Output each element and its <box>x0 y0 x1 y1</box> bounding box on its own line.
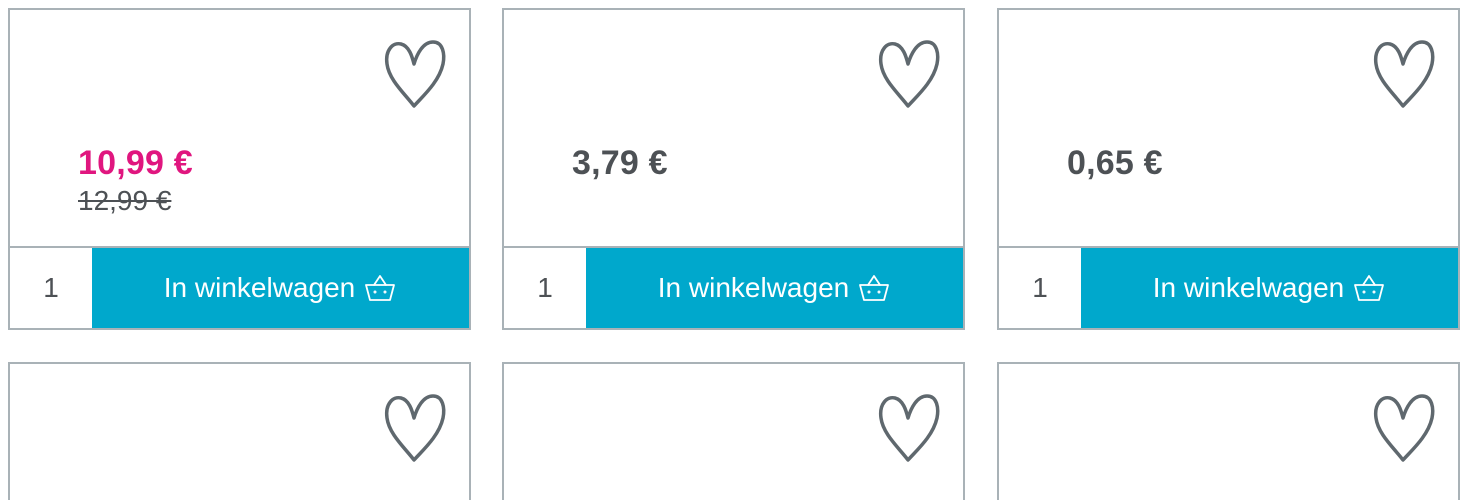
price-box: 10,99 € 12,99 € <box>78 143 193 217</box>
favorite-heart-icon[interactable] <box>1372 38 1436 112</box>
product-card <box>997 362 1460 500</box>
favorite-heart-icon[interactable] <box>877 392 941 466</box>
add-to-cart-label: In winkelwagen <box>1152 272 1345 303</box>
product-card: 0,65 € 1 In winkelwagen <box>997 8 1460 330</box>
add-to-cart-button[interactable]: In winkelwagen <box>92 248 469 328</box>
product-card: 10,99 € 12,99 € 1 In winkelwagen <box>8 8 471 330</box>
price-box: 3,79 € <box>572 143 668 183</box>
favorite-heart-icon[interactable] <box>383 392 447 466</box>
favorite-heart-icon[interactable] <box>1372 392 1436 466</box>
product-price: 3,79 € <box>572 144 668 182</box>
favorite-heart-icon[interactable] <box>383 38 447 112</box>
quantity-input[interactable]: 1 <box>10 248 92 328</box>
sale-price: 10,99 € <box>78 144 193 182</box>
add-to-cart-button[interactable]: In winkelwagen <box>1081 248 1458 328</box>
original-price: 12,99 € <box>78 185 172 216</box>
product-grid: 10,99 € 12,99 € 1 In winkelwagen 3,79 € … <box>0 0 1468 500</box>
favorite-heart-icon[interactable] <box>877 38 941 112</box>
quantity-input[interactable]: 1 <box>504 248 586 328</box>
add-to-cart-button[interactable]: In winkelwagen <box>586 248 963 328</box>
buy-row: 1 In winkelwagen <box>999 246 1458 328</box>
price-box: 0,65 € <box>1067 143 1163 183</box>
buy-row: 1 In winkelwagen <box>10 246 469 328</box>
buy-row: 1 In winkelwagen <box>504 246 963 328</box>
basket-icon <box>857 273 891 303</box>
product-card <box>502 362 965 500</box>
basket-icon <box>363 273 397 303</box>
product-card: 3,79 € 1 In winkelwagen <box>502 8 965 330</box>
product-card <box>8 362 471 500</box>
add-to-cart-label: In winkelwagen <box>163 272 356 303</box>
quantity-input[interactable]: 1 <box>999 248 1081 328</box>
basket-icon <box>1352 273 1386 303</box>
add-to-cart-label: In winkelwagen <box>657 272 850 303</box>
product-price: 0,65 € <box>1067 144 1163 182</box>
